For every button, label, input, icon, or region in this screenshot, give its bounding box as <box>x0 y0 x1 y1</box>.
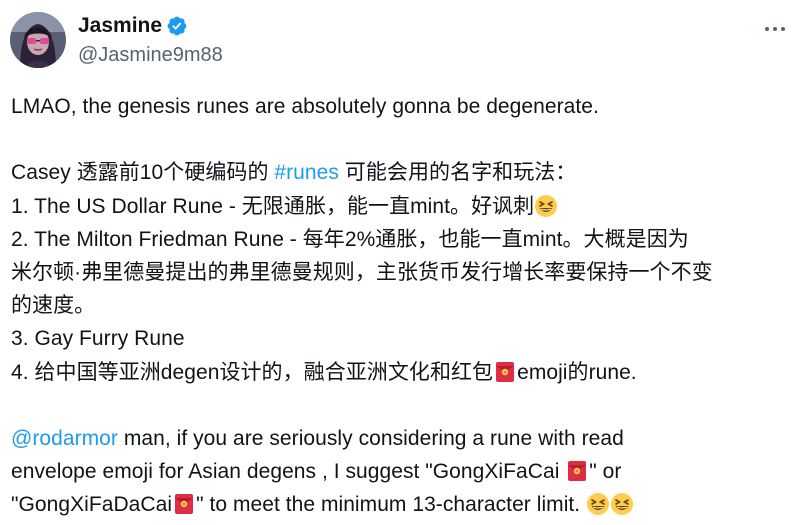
verified-badge-icon <box>167 16 187 36</box>
grinning-squinting-face-emoji <box>611 493 634 516</box>
author-handle[interactable]: @Jasmine9m88 <box>78 42 223 68</box>
tweet-line: envelope emoji for Asian degens , I sugg… <box>11 460 622 484</box>
author-display-name[interactable]: Jasmine <box>78 12 162 40</box>
tweet-line: 1. The US Dollar Rune - 无限通胀，能一直mint。好讽刺 <box>11 190 796 223</box>
tweet-line: @rodarmor man, if you are seriously cons… <box>11 426 624 450</box>
tweet-line: 的速度。 <box>11 294 96 318</box>
author-name-row[interactable]: Jasmine <box>78 12 188 40</box>
tweet-line: 4. 给中国等亚洲degen设计的，融合亚洲文化和红包 emoji的rune. <box>11 360 637 384</box>
more-horizontal-icon <box>765 27 769 31</box>
grinning-squinting-face-emoji <box>587 493 610 516</box>
avatar-image <box>10 12 66 68</box>
red-envelope-emoji <box>175 494 194 515</box>
more-options-button[interactable] <box>760 16 790 42</box>
avatar[interactable] <box>10 12 66 68</box>
tweet-line: 米尔顿·弗里德曼提出的弗里德曼规则，主张货币发行增长率要保持一个不变 <box>11 260 713 284</box>
tweet-line: 3. Gay Furry Rune <box>11 327 185 351</box>
tweet-line: LMAO, the genesis runes are absolutely g… <box>11 95 599 118</box>
red-envelope-emoji <box>496 361 515 382</box>
tweet-line: Casey 透露前10个硬编码的 #runes 可能会用的名字和玩法： <box>11 161 577 185</box>
red-envelope-emoji <box>568 461 587 482</box>
grinning-squinting-face-emoji <box>535 194 558 217</box>
hashtag-runes[interactable]: #runes <box>274 161 339 184</box>
mention-rodarmor[interactable]: @rodarmor <box>11 427 118 450</box>
tweet-line: "GongXiFaDaCai " to meet the minimum 13-c… <box>11 488 796 521</box>
tweet-text: LMAO, the genesis runes are absolutely g… <box>11 90 796 521</box>
tweet-line: 2. The Milton Friedman Rune - 每年2%通胀，也能一… <box>11 227 689 251</box>
